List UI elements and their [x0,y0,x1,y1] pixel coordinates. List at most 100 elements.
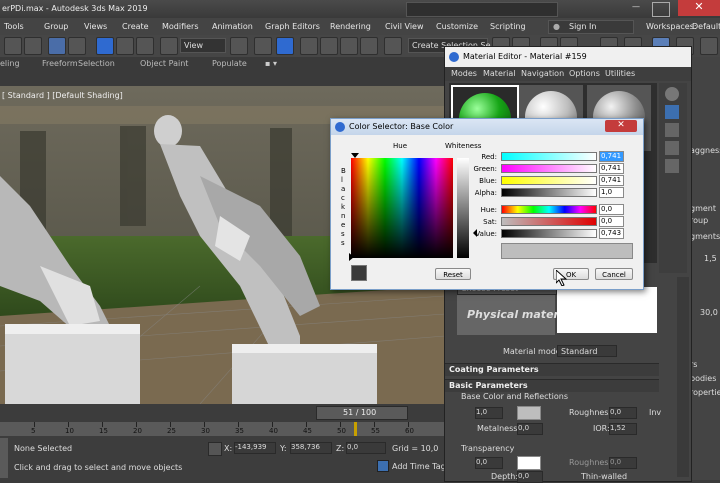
eyedropper-icon[interactable] [351,265,367,281]
x-coordinate-field[interactable]: -143,939 [234,442,276,454]
blackness-marker-icon[interactable] [349,253,354,261]
whiteness-gradient[interactable] [457,158,469,258]
redo-icon[interactable] [24,37,42,55]
hue-spinner[interactable]: 0,0 [599,204,624,215]
mated-menu-navigation[interactable]: Navigation [521,70,564,78]
placement-icon[interactable] [160,37,178,55]
menu-create[interactable]: Create [122,23,149,31]
select-scale-icon[interactable] [136,37,154,55]
inv-label[interactable]: Inv [649,409,661,417]
percent-snap-icon[interactable] [340,37,358,55]
keyboard-shortcut-icon[interactable] [276,37,294,55]
sample-type-icon[interactable] [665,87,679,101]
depth-field[interactable]: 0,0 [517,471,543,483]
value-spinner[interactable]: 0,743 [599,228,624,239]
render-frame-icon[interactable] [700,37,718,55]
hue-blackness-gradient[interactable] [351,158,453,258]
snap-toggle-icon[interactable] [300,37,318,55]
ribbon-modeling-tab[interactable]: eling [0,60,20,68]
hue-slider[interactable] [501,205,597,214]
green-slider[interactable] [501,164,597,173]
background-icon[interactable] [665,123,679,137]
ruler-tick-label: 5 [31,427,36,435]
lock-selection-icon[interactable] [208,442,222,456]
basic-parameters-rollout[interactable]: Basic Parameters [445,379,659,392]
search-box[interactable] [406,2,558,17]
sign-in-button[interactable]: ● Sign In [548,20,634,34]
menu-modifiers[interactable]: Modifiers [162,23,199,31]
mated-menu-modes[interactable]: Modes [451,70,477,78]
menu-tools[interactable]: Tools [4,23,24,31]
menu-rendering[interactable]: Rendering [330,23,371,31]
value-slider[interactable] [501,229,597,238]
close-button[interactable]: ✕ [678,0,720,16]
time-slider-track[interactable]: 51 / 100 [0,404,445,422]
select-move-icon[interactable] [96,37,114,55]
reset-label: Reset [443,271,463,279]
select-object-icon[interactable] [48,37,66,55]
angle-snap-icon[interactable] [320,37,338,55]
sat-slider[interactable] [501,217,597,226]
maximize-button[interactable] [652,2,670,17]
mated-menu-utilities[interactable]: Utilities [605,70,635,78]
select-region-icon[interactable] [68,37,86,55]
menu-customize[interactable]: Customize [436,23,478,31]
uv-tiling-icon[interactable] [665,141,679,155]
blue-spinner[interactable]: 0,741 [599,175,624,186]
menu-views[interactable]: Views [84,23,107,31]
transparency-field[interactable]: 0,0 [475,457,503,469]
backlight-icon[interactable] [665,105,679,119]
alpha-spinner[interactable]: 1,0 [599,187,624,198]
menu-group[interactable]: Group [44,23,68,31]
menu-graph-editors[interactable]: Graph Editors [265,23,320,31]
green-spinner[interactable]: 0,741 [599,163,624,174]
material-editor-scrollbar[interactable] [677,277,689,477]
edit-named-selection-icon[interactable] [384,37,402,55]
ribbon-tab-selection[interactable]: Selection [78,60,115,68]
color-selector-close-button[interactable]: ✕ [605,120,637,132]
ruler-tick-label: 60 [405,427,414,435]
red-spinner[interactable]: 0,741 [599,151,624,162]
select-rotate-icon[interactable] [116,37,134,55]
transparency-color-swatch[interactable] [517,456,541,470]
base-color-swatch[interactable] [517,406,541,420]
time-tag-icon[interactable] [377,460,389,472]
menu-scripting[interactable]: Scripting [490,23,526,31]
y-coordinate-field[interactable]: 358,736 [290,442,332,454]
time-slider-handle[interactable]: 51 / 100 [316,406,408,420]
material-mode-dropdown[interactable]: Standard [557,345,617,357]
trans-roughness-field[interactable]: 0,0 [609,457,637,469]
time-ruler[interactable]: 5 10 15 20 25 30 35 40 45 50 55 60 [0,422,445,436]
video-color-check-icon[interactable] [665,159,679,173]
workspaces-select[interactable]: Default [692,23,720,31]
ribbon-tab-freeform[interactable]: Freeform [42,60,78,68]
ribbon-tab-object-paint[interactable]: Object Paint [140,60,188,68]
add-time-tag[interactable]: Add Time Tag [392,463,446,471]
roughness-field[interactable]: 0,0 [609,407,637,419]
reset-button[interactable]: Reset [435,268,471,280]
minimize-button[interactable]: — [628,2,644,15]
viewport-label[interactable]: [ Standard ] [Default Shading] [2,92,123,100]
red-slider[interactable] [501,152,597,161]
ior-field[interactable]: 1,52 [609,423,637,435]
ribbon-tab-populate[interactable]: Populate [212,60,247,68]
select-manipulate-icon[interactable] [254,37,272,55]
undo-icon[interactable] [4,37,22,55]
z-coordinate-field[interactable]: 0,0 [346,442,386,454]
sat-spinner[interactable]: 0,0 [599,216,624,227]
mated-menu-options[interactable]: Options [569,70,600,78]
reference-coordinate-dropdown[interactable]: View [180,38,226,53]
spinner-snap-icon[interactable] [360,37,378,55]
metalness-field[interactable]: 0,0 [517,423,543,435]
menu-animation[interactable]: Animation [212,23,253,31]
blue-slider[interactable] [501,176,597,185]
alpha-slider[interactable] [501,188,597,197]
pivot-icon[interactable] [230,37,248,55]
maxscript-listener-toggle[interactable] [0,438,8,478]
menu-civil-view[interactable]: Civil View [385,23,424,31]
cancel-button[interactable]: Cancel [595,268,633,280]
mated-menu-material[interactable]: Material [483,70,516,78]
base-weight-field[interactable]: 1,0 [475,407,503,419]
coating-parameters-rollout[interactable]: Coating Parameters [445,363,659,376]
ribbon-options-icon[interactable]: ▪ ▾ [265,60,277,68]
